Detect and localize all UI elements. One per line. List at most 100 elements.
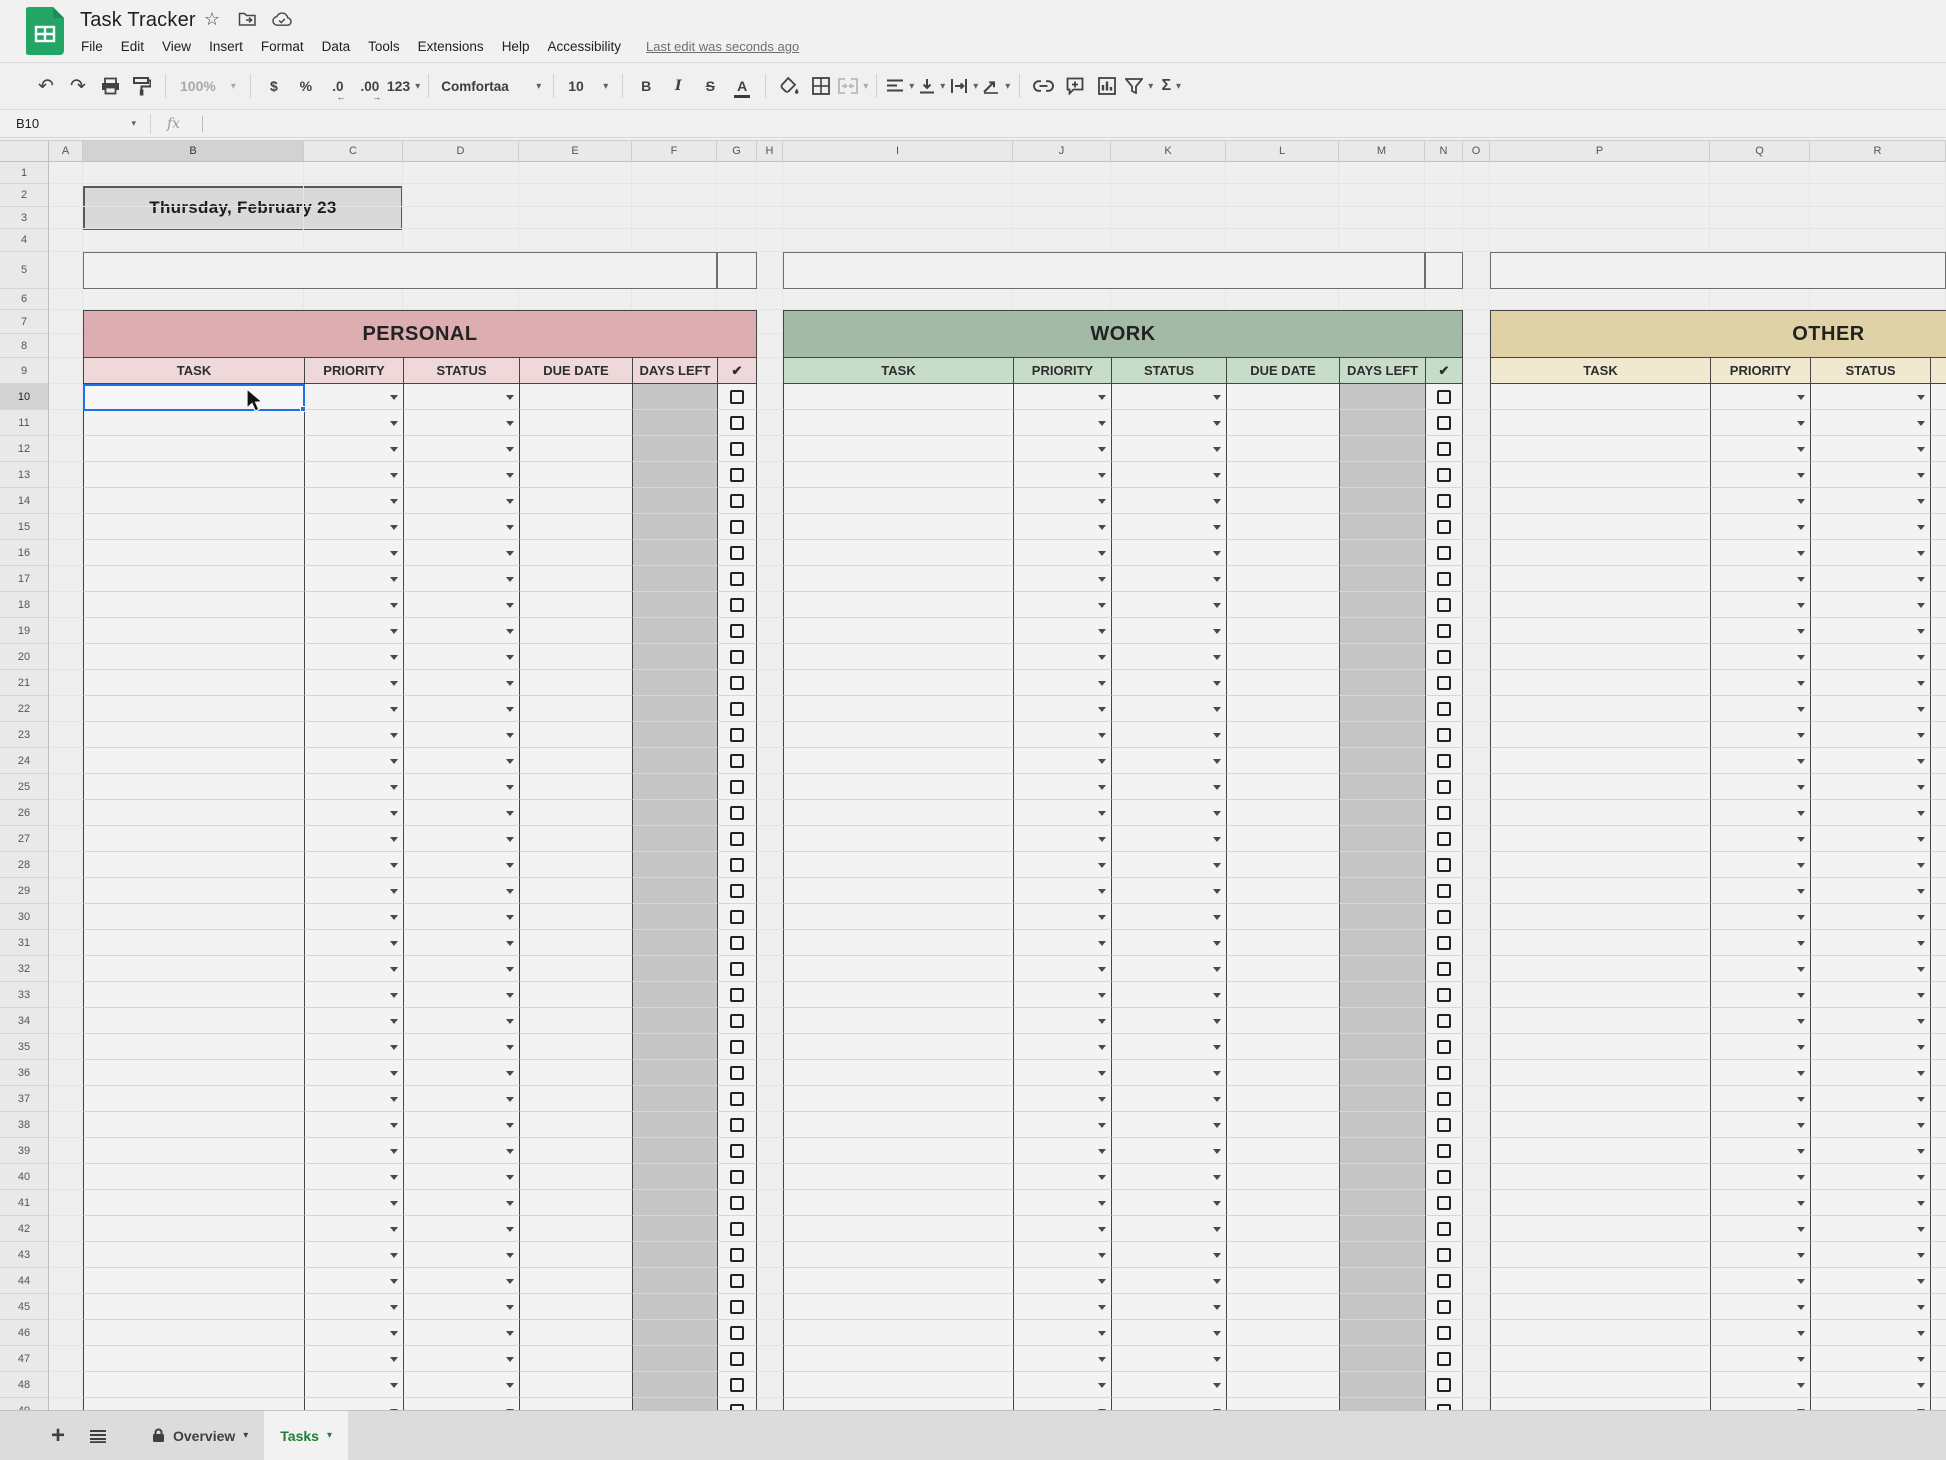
- task-cell[interactable]: [83, 1060, 304, 1086]
- dropdown-arrow-icon[interactable]: [506, 1019, 514, 1024]
- menu-edit[interactable]: Edit: [112, 36, 153, 57]
- priority-cell[interactable]: [1013, 1294, 1111, 1320]
- dropdown-arrow-icon[interactable]: [390, 1227, 398, 1232]
- status-cell[interactable]: [403, 1242, 519, 1268]
- redo-icon[interactable]: ↷: [63, 70, 93, 102]
- due-date-cell[interactable]: [1226, 462, 1339, 488]
- dropdown-arrow-icon[interactable]: [1098, 1331, 1106, 1336]
- row-header-16[interactable]: 16: [0, 540, 49, 566]
- status-cell[interactable]: [1810, 1164, 1930, 1190]
- print-icon[interactable]: [95, 70, 125, 102]
- check-cell[interactable]: [717, 1346, 757, 1372]
- task-checkbox[interactable]: [1437, 1092, 1451, 1106]
- menu-tools[interactable]: Tools: [359, 36, 409, 57]
- dropdown-arrow-icon[interactable]: [1797, 889, 1805, 894]
- task-cell[interactable]: [783, 514, 1013, 540]
- days-left-cell[interactable]: [632, 1138, 717, 1164]
- priority-cell[interactable]: [304, 1346, 403, 1372]
- priority-cell[interactable]: [1013, 800, 1111, 826]
- check-cell[interactable]: [717, 1008, 757, 1034]
- status-cell[interactable]: [403, 956, 519, 982]
- dropdown-arrow-icon[interactable]: [506, 1071, 514, 1076]
- due-date-cell[interactable]: [1226, 878, 1339, 904]
- due-date-cell[interactable]: [1930, 436, 1946, 462]
- dropdown-arrow-icon[interactable]: [390, 603, 398, 608]
- dropdown-arrow-icon[interactable]: [390, 629, 398, 634]
- dropdown-arrow-icon[interactable]: [390, 1305, 398, 1310]
- priority-cell[interactable]: [1013, 618, 1111, 644]
- task-cell[interactable]: [1490, 1086, 1710, 1112]
- task-checkbox[interactable]: [730, 676, 744, 690]
- status-cell[interactable]: [1111, 1372, 1226, 1398]
- dropdown-arrow-icon[interactable]: [506, 603, 514, 608]
- dropdown-arrow-icon[interactable]: [1213, 447, 1221, 452]
- task-cell[interactable]: [783, 1398, 1013, 1410]
- due-date-cell[interactable]: [1930, 1060, 1946, 1086]
- task-cell[interactable]: [1490, 956, 1710, 982]
- due-date-cell[interactable]: [1226, 1242, 1339, 1268]
- status-cell[interactable]: [403, 826, 519, 852]
- sheet-tab-overview[interactable]: Overview▾: [136, 1411, 264, 1460]
- due-date-cell[interactable]: [519, 462, 632, 488]
- dropdown-arrow-icon[interactable]: [1213, 1175, 1221, 1180]
- days-left-cell[interactable]: [1339, 1268, 1425, 1294]
- check-cell[interactable]: [1425, 514, 1463, 540]
- priority-cell[interactable]: [304, 514, 403, 540]
- status-cell[interactable]: [1111, 982, 1226, 1008]
- dropdown-arrow-icon[interactable]: [1917, 447, 1925, 452]
- dropdown-arrow-icon[interactable]: [1917, 967, 1925, 972]
- dropdown-arrow-icon[interactable]: [1098, 1123, 1106, 1128]
- check-cell[interactable]: [1425, 1242, 1463, 1268]
- dropdown-arrow-icon[interactable]: [1213, 1383, 1221, 1388]
- status-cell[interactable]: [1111, 488, 1226, 514]
- task-checkbox[interactable]: [1437, 624, 1451, 638]
- status-cell[interactable]: [1810, 1216, 1930, 1242]
- dropdown-arrow-icon[interactable]: [506, 759, 514, 764]
- status-cell[interactable]: [1111, 930, 1226, 956]
- status-cell[interactable]: [403, 1372, 519, 1398]
- dropdown-arrow-icon[interactable]: [1917, 1149, 1925, 1154]
- dropdown-arrow-icon[interactable]: [1797, 551, 1805, 556]
- dropdown-arrow-icon[interactable]: [1917, 707, 1925, 712]
- task-checkbox[interactable]: [1437, 1066, 1451, 1080]
- days-left-cell[interactable]: [1339, 878, 1425, 904]
- functions-icon[interactable]: Σ▾: [1156, 70, 1186, 102]
- task-checkbox[interactable]: [730, 546, 744, 560]
- days-left-cell[interactable]: [1339, 1034, 1425, 1060]
- status-cell[interactable]: [1111, 722, 1226, 748]
- task-cell[interactable]: [783, 956, 1013, 982]
- dropdown-arrow-icon[interactable]: [1098, 967, 1106, 972]
- dropdown-arrow-icon[interactable]: [1797, 837, 1805, 842]
- check-cell[interactable]: [1425, 982, 1463, 1008]
- due-date-cell[interactable]: [1930, 774, 1946, 800]
- status-cell[interactable]: [1810, 1346, 1930, 1372]
- task-checkbox[interactable]: [1437, 1222, 1451, 1236]
- due-date-cell[interactable]: [1930, 1294, 1946, 1320]
- status-cell[interactable]: [1111, 566, 1226, 592]
- due-date-cell[interactable]: [1930, 722, 1946, 748]
- status-cell[interactable]: [1111, 1294, 1226, 1320]
- days-left-cell[interactable]: [632, 436, 717, 462]
- priority-cell[interactable]: [304, 1086, 403, 1112]
- status-cell[interactable]: [1111, 1164, 1226, 1190]
- due-date-cell[interactable]: [1930, 514, 1946, 540]
- priority-cell[interactable]: [1710, 644, 1810, 670]
- status-cell[interactable]: [1810, 1034, 1930, 1060]
- priority-cell[interactable]: [304, 1138, 403, 1164]
- due-date-cell[interactable]: [1930, 1190, 1946, 1216]
- task-checkbox[interactable]: [730, 520, 744, 534]
- task-cell[interactable]: [1490, 488, 1710, 514]
- dropdown-arrow-icon[interactable]: [1917, 1045, 1925, 1050]
- status-cell[interactable]: [403, 774, 519, 800]
- task-cell[interactable]: [783, 852, 1013, 878]
- status-cell[interactable]: [1111, 410, 1226, 436]
- status-cell[interactable]: [1810, 722, 1930, 748]
- priority-cell[interactable]: [1013, 748, 1111, 774]
- menu-file[interactable]: File: [72, 36, 112, 57]
- due-date-cell[interactable]: [1226, 1346, 1339, 1372]
- row-header-33[interactable]: 33: [0, 982, 49, 1008]
- dropdown-arrow-icon[interactable]: [506, 577, 514, 582]
- task-checkbox[interactable]: [730, 962, 744, 976]
- sheet-tab-menu-icon[interactable]: ▾: [243, 1430, 248, 1441]
- task-checkbox[interactable]: [730, 1092, 744, 1106]
